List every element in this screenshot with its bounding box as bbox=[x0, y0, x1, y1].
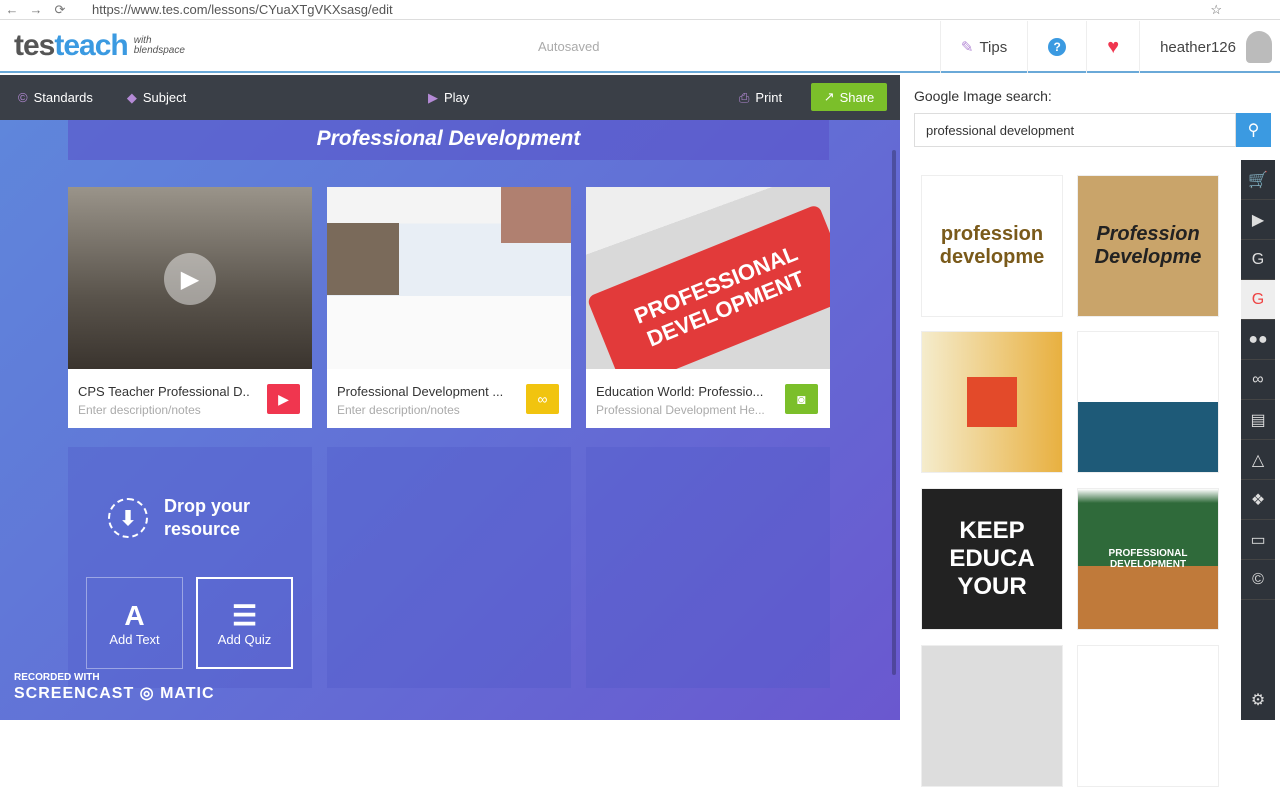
standards-button[interactable]: © Standards bbox=[18, 90, 93, 105]
share-button[interactable]: ↗ Share bbox=[811, 83, 887, 111]
image-result[interactable]: Profession Developme bbox=[1077, 175, 1219, 317]
link-type-icon: ∞ bbox=[526, 384, 559, 414]
camera-type-icon: ◙ bbox=[785, 384, 818, 414]
app-header: testeach with blendspace Autosaved ✎ Tips … bbox=[0, 21, 1280, 73]
cart-icon[interactable]: 🛒 bbox=[1241, 160, 1275, 200]
print-button[interactable]: ⎙ Print bbox=[739, 90, 782, 106]
link-icon[interactable]: ∞ bbox=[1241, 360, 1275, 400]
dropbox-icon[interactable]: ❖ bbox=[1241, 480, 1275, 520]
add-quiz-button[interactable]: ☰ Add Quiz bbox=[196, 577, 293, 669]
google-drive-icon[interactable]: △ bbox=[1241, 440, 1275, 480]
screencast-watermark: RECORDED WITH SCREENCAST ◎ MATIC bbox=[14, 672, 215, 702]
image-thumbnail[interactable]: PROFESSIONAL DEVELOPMENT bbox=[586, 187, 830, 369]
tips-button[interactable]: ✎ Tips bbox=[939, 21, 1027, 73]
download-arrow-icon: ⬇ bbox=[108, 498, 148, 538]
search-icon: ⚲ bbox=[1247, 122, 1260, 139]
video-type-icon: ▶ bbox=[267, 384, 300, 414]
tag-icon: ◆ bbox=[126, 89, 137, 105]
logo-subtitle: with blendspace bbox=[133, 35, 185, 56]
google-link-icon[interactable]: G bbox=[1241, 240, 1275, 280]
card-description[interactable]: Enter description/notes bbox=[337, 403, 517, 417]
forward-icon[interactable]: → bbox=[24, 2, 48, 17]
resource-card-image[interactable]: PROFESSIONAL DEVELOPMENT Education World… bbox=[586, 187, 830, 428]
desktop-icon[interactable]: ▭ bbox=[1241, 520, 1275, 560]
favorites-button[interactable]: ♥ bbox=[1086, 21, 1139, 73]
play-icon: ▶ bbox=[428, 89, 438, 105]
heart-icon: ♥ bbox=[1107, 35, 1120, 58]
youtube-icon[interactable]: ▶ bbox=[1241, 200, 1275, 240]
image-result[interactable] bbox=[1077, 645, 1219, 787]
text-icon: A bbox=[124, 599, 145, 631]
image-result[interactable]: profession developme bbox=[921, 175, 1063, 317]
card-title[interactable]: Professional Development ... bbox=[337, 384, 517, 399]
gear-icon[interactable]: ⚙ bbox=[1241, 680, 1275, 720]
avatar bbox=[1246, 31, 1272, 63]
empty-slot[interactable] bbox=[327, 447, 571, 688]
standards-icon: © bbox=[18, 90, 28, 105]
image-result[interactable] bbox=[921, 331, 1063, 473]
help-icon: ? bbox=[1048, 38, 1067, 56]
canvas-scrollbar[interactable] bbox=[892, 150, 896, 675]
star-icon[interactable]: ☆ bbox=[1210, 2, 1222, 18]
play-overlay-icon[interactable]: ▶ bbox=[164, 253, 216, 305]
source-rail: 🛒 ▶ G G ●● ∞ ▤ △ ❖ ▭ © ⚙ bbox=[1241, 160, 1275, 720]
image-result[interactable] bbox=[1077, 331, 1219, 473]
printer-icon: ⎙ bbox=[739, 89, 750, 105]
help-button[interactable]: ? bbox=[1027, 21, 1086, 73]
empty-slot[interactable] bbox=[586, 447, 830, 688]
flickr-icon[interactable]: ●● bbox=[1241, 320, 1275, 360]
search-label: Google Image search: bbox=[914, 88, 1052, 104]
share-icon: ↗ bbox=[823, 89, 835, 104]
add-text-button[interactable]: A Add Text bbox=[86, 577, 183, 669]
reload-icon[interactable]: ⟳ bbox=[48, 2, 72, 18]
card-description[interactable]: Enter description/notes bbox=[78, 403, 258, 417]
resource-card-video[interactable]: ▶ CPS Teacher Professional D.. Enter des… bbox=[68, 187, 312, 428]
magic-wand-icon: ✎ bbox=[960, 39, 974, 56]
lesson-title[interactable]: Professional Development bbox=[68, 120, 829, 160]
subject-button[interactable]: ◆ Subject bbox=[127, 90, 186, 106]
user-menu[interactable]: heather126 bbox=[1139, 21, 1280, 73]
image-search-input[interactable] bbox=[914, 113, 1236, 147]
resource-card-link[interactable]: Professional Development ... Enter descr… bbox=[327, 187, 571, 428]
card-title[interactable]: Education World: Professio... bbox=[596, 384, 776, 399]
card-title[interactable]: CPS Teacher Professional D.. bbox=[78, 384, 258, 399]
browser-bar: ← → ⟳ https://www.tes.com/lessons/CYuaXT… bbox=[0, 0, 1280, 20]
card-description[interactable]: Professional Development He... bbox=[596, 403, 776, 417]
list-icon: ☰ bbox=[231, 600, 258, 631]
lesson-toolbar: © Standards ◆ Subject ▶ Play ⎙ Print ↗ Share bbox=[0, 75, 900, 120]
image-result[interactable]: KEEP EDUCA YOUR bbox=[921, 488, 1063, 630]
search-button[interactable]: ⚲ bbox=[1236, 113, 1271, 147]
lesson-canvas: Professional Development ▶ CPS Teacher P… bbox=[0, 120, 900, 720]
autosave-status: Autosaved bbox=[538, 38, 600, 54]
drive-icon[interactable]: ▤ bbox=[1241, 400, 1275, 440]
logo[interactable]: testeach bbox=[14, 29, 129, 63]
back-icon[interactable]: ← bbox=[0, 2, 24, 17]
url-field[interactable]: https://www.tes.com/lessons/CYuaXTgVKXsa… bbox=[92, 2, 393, 17]
google-image-icon[interactable]: G bbox=[1241, 280, 1275, 320]
drop-zone[interactable]: ⬇ Drop your resource A Add Text ☰ Add Quiz bbox=[68, 447, 312, 688]
image-result[interactable] bbox=[921, 645, 1063, 787]
image-result[interactable]: PROFESSIONAL DEVELOPMENT bbox=[1077, 488, 1219, 630]
play-button[interactable]: ▶ Play bbox=[428, 90, 469, 106]
standards-icon[interactable]: © bbox=[1241, 560, 1275, 600]
webpage-thumbnail[interactable] bbox=[327, 187, 571, 369]
video-thumbnail[interactable]: ▶ bbox=[68, 187, 312, 369]
